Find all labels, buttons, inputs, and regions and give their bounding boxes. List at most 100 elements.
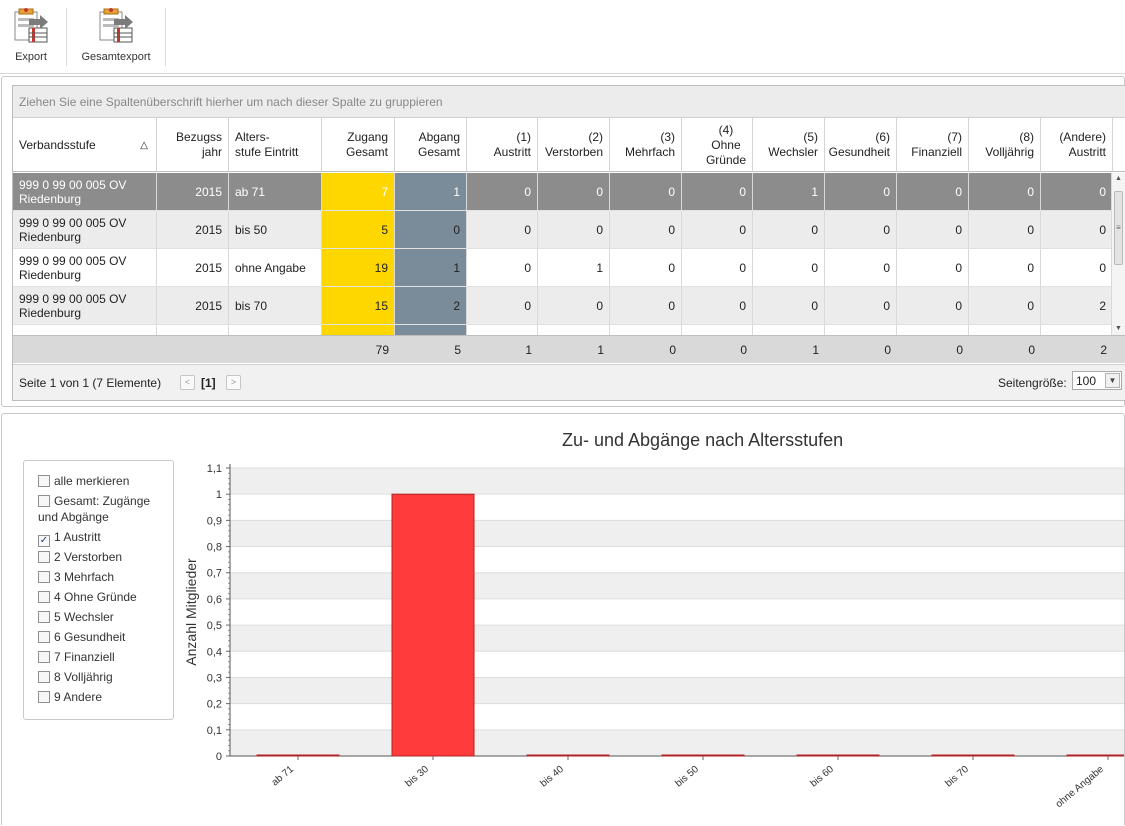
bar <box>526 754 610 757</box>
grid-band <box>230 677 1124 704</box>
y-tick-label: 0,6 <box>207 594 222 606</box>
cell-andere: 0 <box>1041 249 1113 286</box>
vertical-scrollbar[interactable]: ▲ ≡ ▼ <box>1111 173 1125 335</box>
grid-band <box>230 729 1124 756</box>
cell-gesundheit: 0 <box>825 249 897 286</box>
cell-verstorben: 0 <box>538 211 610 248</box>
x-tick-label: bis 30 <box>403 764 431 790</box>
export-button[interactable]: Export <box>10 6 52 63</box>
cell-verbandsstufe: 999 0 99 00 005 OV Riedenburg <box>13 287 157 324</box>
column-header-label: (5) Wechsler <box>768 130 818 159</box>
table-row[interactable]: 999 0 99 00 005 OV Riedenburg 2015 bis 70 1… <box>13 287 1113 325</box>
total-wechsler: 1 <box>812 343 819 357</box>
data-grid: Ziehen Sie eine Spaltenüberschrift hierh… <box>12 85 1125 401</box>
y-tick-label: 0 <box>216 751 222 763</box>
column-header-label: (2) Verstorben <box>544 130 603 159</box>
column-header-gesundheit[interactable]: (6) Gesundheit <box>825 118 897 172</box>
chevron-left-icon[interactable]: < <box>180 375 195 390</box>
bar <box>796 754 880 757</box>
grid-band <box>230 468 1124 495</box>
y-tick-label: 0,9 <box>207 515 222 527</box>
cell-austritt: 0 <box>467 173 538 210</box>
column-header-mehrfach[interactable]: (3) Mehrfach <box>610 118 682 172</box>
column-header-altersstufe[interactable]: Alters- stufe Eintritt <box>229 118 322 172</box>
column-header-label: (6) Gesundheit <box>828 130 890 159</box>
cell-ohne-gruende <box>682 325 753 335</box>
column-header-andere[interactable]: (Andere) Austritt <box>1041 118 1113 172</box>
column-header-zugang[interactable]: Zugang Gesamt <box>322 118 395 172</box>
column-header-verbandsstufe[interactable]: Verbandsstufe △ <box>13 118 157 172</box>
scroll-down-icon[interactable]: ▼ <box>1112 323 1125 335</box>
cell-altersstufe: ab 71 <box>229 173 322 210</box>
cell-bezugsjahr: 2015 <box>157 211 229 248</box>
cell-wechsler <box>753 325 825 335</box>
table-row[interactable]: 999 0 99 00 005 OV Riedenburg 2015 bis 50 5… <box>13 211 1113 249</box>
column-header-label: Bezugss jahr <box>175 130 222 159</box>
column-header-label: (8) Volljährig <box>985 130 1034 159</box>
cell-zugang: 19 <box>322 249 395 286</box>
scroll-up-icon[interactable]: ▲ <box>1112 173 1125 185</box>
cell-austritt: 0 <box>467 211 538 248</box>
gesamtexport-button[interactable]: Gesamtexport <box>80 6 152 63</box>
cell-verstorben: 0 <box>538 287 610 324</box>
gesamtexport-label: Gesamtexport <box>81 51 151 63</box>
cell-volljaehrig: 0 <box>969 211 1041 248</box>
table-row[interactable]: 999 0 99 00 005 OV Riedenburg 2015 ohne An… <box>13 249 1113 287</box>
column-header-label: (4) Ohne Gründe <box>705 122 746 167</box>
cell-zugang: 15 <box>322 287 395 324</box>
column-header-label: (1) Austritt <box>493 130 531 159</box>
column-header-label: Zugang Gesamt <box>345 130 388 159</box>
scroll-thumb[interactable]: ≡ <box>1114 191 1123 265</box>
total-mehrfach: 0 <box>669 343 676 357</box>
column-header-label: Alters- stufe Eintritt <box>235 130 299 159</box>
cell-gesundheit: 0 <box>825 287 897 324</box>
chevron-down-icon[interactable]: ▼ <box>1105 373 1120 388</box>
cell-mehrfach: 0 <box>610 173 682 210</box>
column-header-abgang[interactable]: Abgang Gesamt <box>395 118 467 172</box>
cell-altersstufe: ohne Angabe <box>229 249 322 286</box>
current-page[interactable]: [1] <box>201 376 216 390</box>
bar <box>391 493 475 757</box>
table-row[interactable]: 999 0 99 00 005 OV <box>13 325 1113 335</box>
table-row[interactable]: 999 0 99 00 005 OV Riedenburg 2015 ab 71 7 1… <box>13 173 1113 211</box>
column-header-bezugsjahr[interactable]: Bezugss jahr <box>157 118 229 172</box>
grid-band <box>230 625 1124 652</box>
cell-mehrfach <box>610 325 682 335</box>
cell-gesundheit: 0 <box>825 173 897 210</box>
grid-body: 999 0 99 00 005 OV Riedenburg 2015 ab 71 7 1… <box>13 173 1113 335</box>
cell-finanziell: 0 <box>897 287 969 324</box>
column-header-ohne-gruende[interactable]: (4) Ohne Gründe <box>682 118 753 172</box>
toolbar-divider <box>0 73 1125 74</box>
column-header-label: Verbandsstufe <box>19 137 96 152</box>
x-tick-label: bis 60 <box>808 764 836 790</box>
cell-altersstufe: bis 50 <box>229 211 322 248</box>
column-header-volljaehrig[interactable]: (8) Volljährig <box>969 118 1041 172</box>
total-ohne-gruende: 0 <box>740 343 747 357</box>
column-header-finanziell[interactable]: (7) Finanziell <box>897 118 969 172</box>
grid-header: Verbandsstufe △ Bezugss jahr Alters- stufe … <box>13 118 1125 172</box>
group-panel[interactable]: Ziehen Sie eine Spaltenüberschrift hierh… <box>13 86 1125 118</box>
y-tick-label: 0,8 <box>207 542 222 554</box>
cell-abgang <box>395 325 467 335</box>
cell-abgang: 2 <box>395 287 467 324</box>
cell-volljaehrig: 0 <box>969 173 1041 210</box>
cell-austritt: 0 <box>467 249 538 286</box>
column-header-wechsler[interactable]: (5) Wechsler <box>753 118 825 172</box>
cell-gesundheit <box>825 325 897 335</box>
column-header-austritt[interactable]: (1) Austritt <box>467 118 538 172</box>
cell-verbandsstufe: 999 0 99 00 005 OV Riedenburg <box>13 173 157 210</box>
total-abgang: 5 <box>454 343 461 357</box>
cell-finanziell: 0 <box>897 173 969 210</box>
cell-volljaehrig: 0 <box>969 249 1041 286</box>
y-tick-label: 0,7 <box>207 568 222 580</box>
bar <box>256 754 340 757</box>
grid-band <box>230 520 1124 547</box>
bar <box>1066 754 1124 757</box>
chevron-right-icon[interactable]: > <box>226 375 241 390</box>
cell-zugang: 7 <box>322 173 395 210</box>
cell-verstorben: 0 <box>538 173 610 210</box>
page-size-select[interactable]: 100 ▼ <box>1072 371 1122 390</box>
cell-wechsler: 0 <box>753 249 825 286</box>
column-header-verstorben[interactable]: (2) Verstorben <box>538 118 610 172</box>
cell-ohne-gruende: 0 <box>682 173 753 210</box>
